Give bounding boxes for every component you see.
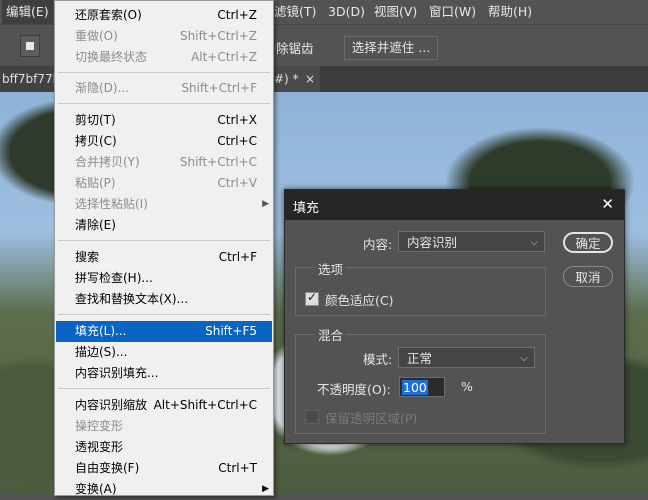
menu-item-fill[interactable]: 填充(L)... Shift+F5 (56, 321, 272, 342)
dialog-titlebar: 填充 ✕ (285, 190, 624, 220)
menu-item-clear[interactable]: 清除(E) (56, 215, 272, 236)
opacity-label: 不透明度(O): (317, 382, 391, 397)
opacity-input[interactable]: 100 (399, 377, 445, 397)
color-adapt-label: 颜色适应(C) (325, 293, 394, 308)
menu-item-free-transform[interactable]: 自由变换(F) Ctrl+T (56, 458, 272, 479)
menu-item-find-replace[interactable]: 查找和替换文本(X)... (56, 289, 272, 310)
close-icon[interactable]: ✕ (601, 195, 614, 213)
anti-alias-label[interactable]: 除锯齿 (276, 38, 314, 57)
mode-select-value: 正常 (407, 351, 433, 366)
menu-item-cut[interactable]: 剪切(T) Ctrl+X (56, 110, 272, 131)
close-icon[interactable]: × (305, 66, 315, 92)
menu-item-stroke[interactable]: 描边(S)... (56, 342, 272, 363)
menu-item-copy-merged[interactable]: 合并拷贝(Y) Shift+Ctrl+C (56, 152, 272, 173)
menu-item-content-aware-fill[interactable]: 内容识别填充... (56, 363, 272, 384)
menu-item-paste[interactable]: 粘贴(P) Ctrl+V (56, 173, 272, 194)
mode-select[interactable]: 正常 ⌵ (398, 347, 535, 368)
preserve-transparency-checkbox[interactable] (305, 410, 319, 424)
menu-item-redo[interactable]: 重做(O) Shift+Ctrl+Z (56, 26, 272, 47)
menu-separator (58, 103, 270, 104)
menu-item-transform[interactable]: 变换(A) ▶ (56, 479, 272, 500)
fill-dialog: 填充 ✕ 内容: 内容识别 ⌵ 确定 取消 选项 颜色适应(C) 混合 模式: … (284, 189, 625, 444)
cancel-button[interactable]: 取消 (563, 266, 613, 287)
tab-title: #) * (274, 72, 299, 86)
document-tab-active[interactable]: #) * × (272, 66, 320, 92)
selection-mode-icon[interactable] (20, 35, 40, 57)
menu-3d[interactable]: 3D(D) (324, 0, 369, 24)
mode-label: 模式: (363, 352, 393, 367)
menu-separator (58, 72, 270, 73)
color-adapt-checkbox[interactable] (305, 290, 319, 306)
menu-separator (58, 314, 270, 315)
menu-separator (58, 240, 270, 241)
submenu-arrow-icon: ▶ (262, 199, 269, 209)
submenu-arrow-icon: ▶ (262, 484, 269, 494)
menu-item-search[interactable]: 搜索 Ctrl+F (56, 247, 272, 268)
content-label: 内容: (363, 237, 393, 252)
edit-menu-dropdown: 还原套索(O) Ctrl+Z 重做(O) Shift+Ctrl+Z 切换最终状态 Al… (54, 0, 274, 496)
menu-filter[interactable]: 滤镜(T) (270, 0, 320, 24)
chevron-down-icon: ⌵ (530, 237, 538, 248)
menu-item-undo[interactable]: 还原套索(O) Ctrl+Z (56, 5, 272, 26)
menu-item-paste-special[interactable]: 选择性粘贴(I) ▶ (56, 194, 272, 215)
opacity-value: 100 (402, 380, 428, 395)
menu-item-content-aware-scale[interactable]: 内容识别缩放 Alt+Shift+Ctrl+C (56, 395, 272, 416)
menu-item-toggle-last-state[interactable]: 切换最终状态 Alt+Ctrl+Z (56, 47, 272, 68)
menu-window[interactable]: 窗口(W) (425, 0, 480, 24)
menu-item-puppet-warp[interactable]: 操控变形 (56, 416, 272, 437)
menu-item-spell-check[interactable]: 拼写检查(H)... (56, 268, 272, 289)
content-select[interactable]: 内容识别 ⌵ (398, 231, 545, 252)
select-and-mask-button[interactable]: 选择并遮住 ... (344, 36, 438, 60)
ok-button[interactable]: 确定 (563, 232, 613, 253)
opacity-unit: % (461, 379, 473, 394)
menu-item-perspective-warp[interactable]: 透视变形 (56, 437, 272, 458)
menu-item-fade[interactable]: 渐隐(D)... Shift+Ctrl+F (56, 78, 272, 99)
preserve-transparency-label: 保留透明区域(P) (325, 411, 418, 426)
chevron-down-icon: ⌵ (520, 353, 528, 364)
menu-item-copy[interactable]: 拷贝(C) Ctrl+C (56, 131, 272, 152)
blend-group-title: 混合 (315, 325, 347, 344)
menu-separator (58, 388, 270, 389)
content-select-value: 内容识别 (407, 235, 458, 250)
menu-view[interactable]: 视图(V) (370, 0, 421, 24)
options-group-title: 选项 (315, 259, 347, 278)
menu-help[interactable]: 帮助(H) (484, 0, 536, 24)
document-tab-inactive[interactable]: bff7bf77b (0, 66, 60, 92)
dialog-title: 填充 (293, 201, 320, 216)
menu-edit[interactable]: 编辑(E) (2, 0, 53, 24)
